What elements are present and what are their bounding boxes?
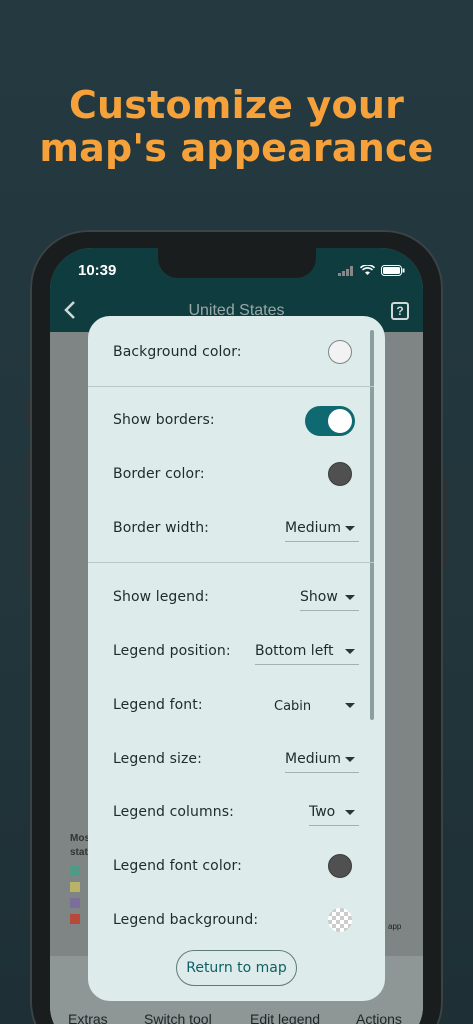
chevron-down-icon <box>345 810 355 815</box>
legend-columns-value: Two <box>309 804 336 820</box>
legend-swatch <box>70 882 80 892</box>
setting-show-legend: Show legend: Show <box>88 571 385 625</box>
setting-border-width: Border width: Medium <box>88 502 385 556</box>
status-time: 10:39 <box>78 262 117 279</box>
divider <box>88 562 374 563</box>
show-borders-toggle[interactable] <box>305 406 355 436</box>
border-color-swatch[interactable] <box>328 462 352 486</box>
chevron-down-icon <box>345 595 355 600</box>
signal-icon <box>338 263 354 281</box>
legend-peek: Mos stat <box>70 832 90 924</box>
status-bar: 10:39 <box>50 248 423 292</box>
legend-size-dropdown[interactable]: Medium <box>285 747 359 773</box>
legend-font-color-label: Legend font color: <box>113 858 242 874</box>
headline: Customize your map's appearance <box>0 84 473 170</box>
phone-volume-up <box>26 450 30 508</box>
setting-legend-size: Legend size: Medium <box>88 733 385 787</box>
show-legend-value: Show <box>300 589 338 605</box>
return-to-map-button[interactable]: Return to map <box>176 950 297 986</box>
legend-peek-line-1: Mos <box>70 833 90 844</box>
legend-position-label: Legend position: <box>113 643 231 659</box>
show-legend-label: Show legend: <box>113 589 209 605</box>
phone-power-button <box>443 480 447 570</box>
phone-side-button <box>26 398 30 428</box>
show-borders-label: Show borders: <box>113 412 215 428</box>
setting-border-color: Border color: <box>88 448 385 502</box>
map-app-text: app <box>388 922 402 931</box>
legend-font-value: Cabin <box>274 699 312 714</box>
toggle-knob <box>328 409 352 433</box>
border-width-value: Medium <box>285 520 341 536</box>
legend-position-dropdown[interactable]: Bottom left <box>255 639 359 665</box>
legend-size-label: Legend size: <box>113 751 202 767</box>
setting-show-borders: Show borders: <box>88 394 385 448</box>
border-width-label: Border width: <box>113 520 209 536</box>
show-legend-dropdown[interactable]: Show <box>300 585 359 611</box>
setting-background-color: Background color: <box>88 326 385 380</box>
chevron-down-icon <box>345 757 355 762</box>
nav-edit-legend[interactable]: Edit legend <box>250 1011 320 1024</box>
legend-position-value: Bottom left <box>255 643 334 659</box>
legend-swatch <box>70 898 80 908</box>
camera-notch <box>158 248 316 278</box>
chevron-down-icon <box>345 703 355 708</box>
background-color-swatch[interactable] <box>328 340 352 364</box>
setting-legend-font: Legend font: Cabin <box>88 679 385 733</box>
setting-legend-font-color: Legend font color: <box>88 840 385 894</box>
phone-volume-down <box>26 520 30 578</box>
legend-background-swatch[interactable] <box>328 908 352 932</box>
legend-columns-label: Legend columns: <box>113 804 234 820</box>
setting-legend-background: Legend background: <box>88 894 385 948</box>
legend-swatch <box>70 914 80 924</box>
legend-peek-line-2: stat <box>70 847 88 858</box>
legend-columns-dropdown[interactable]: Two <box>309 800 359 826</box>
battery-icon <box>381 263 405 281</box>
nav-actions[interactable]: Actions <box>356 1011 402 1024</box>
nav-switch-tool[interactable]: Switch tool <box>144 1011 212 1024</box>
headline-line-2: map's appearance <box>39 126 434 170</box>
appearance-settings-dialog: Background color: Show borders: Border c… <box>88 316 385 1001</box>
headline-line-1: Customize your <box>68 83 405 127</box>
legend-font-dropdown[interactable]: Cabin <box>255 693 359 719</box>
border-color-label: Border color: <box>113 466 205 482</box>
nav-extras[interactable]: Extras <box>68 1011 108 1024</box>
chevron-down-icon <box>345 526 355 531</box>
status-icons <box>338 263 405 281</box>
setting-legend-position: Legend position: Bottom left <box>88 625 385 679</box>
background-color-label: Background color: <box>113 344 242 360</box>
setting-legend-columns: Legend columns: Two <box>88 786 385 840</box>
border-width-dropdown[interactable]: Medium <box>285 516 359 542</box>
divider <box>88 386 374 387</box>
chevron-down-icon <box>345 649 355 654</box>
help-icon[interactable]: ? <box>391 302 409 320</box>
legend-background-label: Legend background: <box>113 912 259 928</box>
legend-font-color-swatch[interactable] <box>328 854 352 878</box>
wifi-icon <box>359 263 376 281</box>
legend-size-value: Medium <box>285 751 341 767</box>
legend-swatch <box>70 866 80 876</box>
legend-font-label: Legend font: <box>113 697 203 713</box>
